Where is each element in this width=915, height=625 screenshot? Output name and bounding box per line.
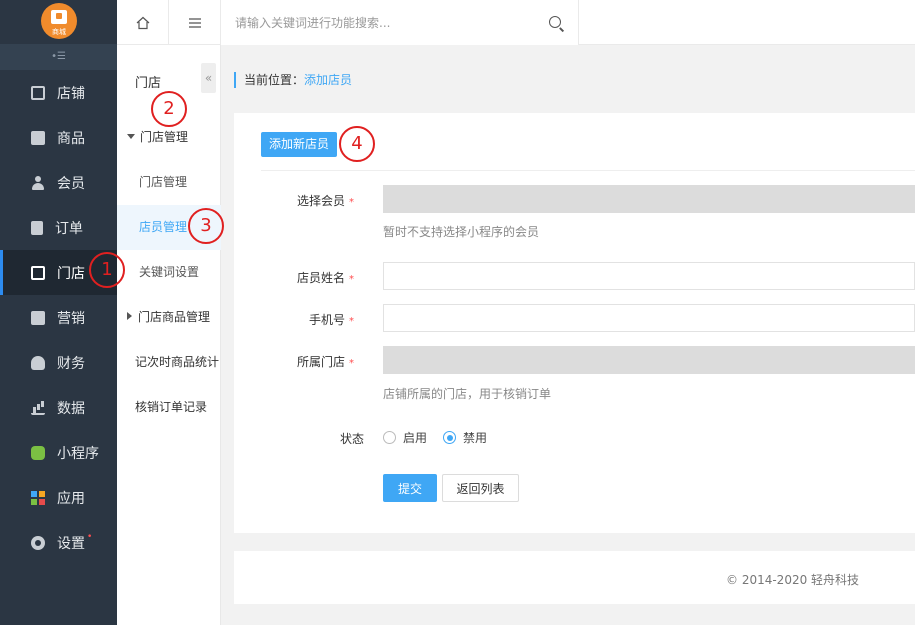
back-to-list-button[interactable]: 返回列表 xyxy=(442,474,519,502)
subnav-item-label: 门店管理 xyxy=(140,130,189,144)
member-select[interactable] xyxy=(383,185,915,213)
gift-icon xyxy=(31,310,45,325)
main-sidebar: 商城 •☰ 店铺 商品 会员 订单 门店 营销 财务 数据 小程序 应用 设置 … xyxy=(0,0,117,625)
breadcrumb-current[interactable]: 添加店员 xyxy=(304,73,352,87)
sidebar-item-label: 数据 xyxy=(57,400,85,417)
sidebar-item-label: 设置 xyxy=(57,535,85,552)
phone-field-label: 手机号 * xyxy=(308,313,354,327)
store-icon xyxy=(31,85,45,100)
status-radio-group: 启用 禁用 xyxy=(383,429,503,446)
staff-name-input[interactable] xyxy=(383,262,915,290)
house-icon xyxy=(51,10,67,24)
store-select[interactable] xyxy=(383,346,915,374)
sidebar-item-label: 营销 xyxy=(57,310,85,327)
subnav-item-keyword-settings[interactable]: 关键词设置 xyxy=(117,250,221,295)
sidebar-item-goods[interactable]: 商品 xyxy=(0,115,117,160)
annotation-1: 1 xyxy=(89,252,125,288)
sidebar-item-label: 应用 xyxy=(57,490,85,507)
add-staff-tab[interactable]: 添加新店员 xyxy=(261,132,337,157)
sidebar-item-label: 门店 xyxy=(57,265,85,282)
function-search-input[interactable] xyxy=(221,0,579,45)
order-icon xyxy=(31,220,43,235)
divider xyxy=(261,170,915,171)
subnav-group-store-goods[interactable]: 门店商品管理 xyxy=(117,295,221,340)
annotation-2: 2 xyxy=(151,91,187,127)
goods-icon xyxy=(31,130,45,145)
status-field-label: 状态 xyxy=(339,432,364,446)
money-bag-icon xyxy=(31,355,45,370)
caret-right-icon xyxy=(127,312,132,320)
sidebar-item-finance[interactable]: 财务 xyxy=(0,340,117,385)
user-icon xyxy=(31,175,45,190)
name-field-label: 店员姓名 * xyxy=(296,271,354,285)
breadcrumb-label: 当前位置： xyxy=(244,73,305,87)
status-disable-label[interactable]: 禁用 xyxy=(463,429,487,446)
topbar-icons xyxy=(117,0,221,45)
gear-icon xyxy=(31,535,45,550)
logo-text: 商城 xyxy=(52,28,66,36)
status-enable-radio[interactable] xyxy=(383,431,396,444)
sidebar-item-marketing[interactable]: 营销 xyxy=(0,295,117,340)
sidebar-item-label: 会员 xyxy=(57,175,85,192)
sidebar-item-miniapp[interactable]: 小程序 xyxy=(0,430,117,475)
sidebar-item-label: 财务 xyxy=(57,355,85,372)
store-help-text: 店铺所属的门店，用于核销订单 xyxy=(383,387,552,401)
sidebar-item-label: 小程序 xyxy=(57,445,99,462)
shop-logo[interactable]: 商城 xyxy=(41,3,77,39)
annotation-4: 4 xyxy=(339,126,375,162)
subnav-fold-button[interactable]: « xyxy=(201,63,216,93)
store-field-label: 所属门店 * xyxy=(296,355,354,369)
sidebar-item-label: 商品 xyxy=(57,130,85,147)
top-bar xyxy=(221,0,915,45)
subnav-title: 门店 xyxy=(135,76,162,91)
submit-button[interactable]: 提交 xyxy=(383,474,437,502)
miniapp-icon xyxy=(31,445,45,460)
sidebar-collapse-toggle[interactable]: •☰ xyxy=(0,44,117,70)
sidebar-item-label: 订单 xyxy=(55,220,83,237)
caret-down-icon xyxy=(127,134,135,139)
home-button[interactable] xyxy=(117,0,169,45)
sidebar-item-label: 店铺 xyxy=(57,85,85,102)
sidebar-item-members[interactable]: 会员 xyxy=(0,160,117,205)
sidebar-item-settings[interactable]: 设置 • xyxy=(0,520,117,565)
form-card: 添加新店员 选择会员 * 暂时不支持选择小程序的会员 店员姓名 * 手机号 * 所属门… xyxy=(234,113,915,533)
sidebar-item-data[interactable]: 数据 xyxy=(0,385,117,430)
footer: © 2014-2020 轻舟科技 xyxy=(234,551,915,604)
hamburger-icon xyxy=(188,17,201,28)
phone-input[interactable] xyxy=(383,304,915,332)
breadcrumb: 当前位置：添加店员 xyxy=(234,72,352,88)
status-disable-radio[interactable] xyxy=(443,431,457,444)
sidebar-item-store[interactable]: 店铺 xyxy=(0,70,117,115)
status-enable-label[interactable]: 启用 xyxy=(403,429,427,446)
shop-icon xyxy=(31,265,45,280)
search-icon[interactable] xyxy=(549,16,561,28)
member-help-text: 暂时不支持选择小程序的会员 xyxy=(383,225,540,239)
sidebar-item-orders[interactable]: 订单 xyxy=(0,205,117,250)
settings-badge: • xyxy=(87,532,93,542)
menu-toggle-button[interactable] xyxy=(169,0,221,45)
sidebar-item-apps[interactable]: 应用 xyxy=(0,475,117,520)
member-field-label: 选择会员 * xyxy=(296,194,354,208)
bar-chart-icon xyxy=(31,401,45,415)
annotation-3: 3 xyxy=(188,208,224,244)
subnav-item-label: 门店商品管理 xyxy=(138,310,211,324)
subnav-item-store-management[interactable]: 门店管理 xyxy=(117,160,221,205)
copyright-text: © 2014-2020 轻舟科技 xyxy=(726,573,860,587)
brand-area: 商城 xyxy=(0,0,117,44)
subnav-item-count-goods-stats[interactable]: 记次时商品统计 xyxy=(117,340,221,385)
subnav-item-verify-orders[interactable]: 核销订单记录 xyxy=(117,385,221,430)
home-icon xyxy=(136,16,149,29)
apps-icon xyxy=(31,490,45,505)
